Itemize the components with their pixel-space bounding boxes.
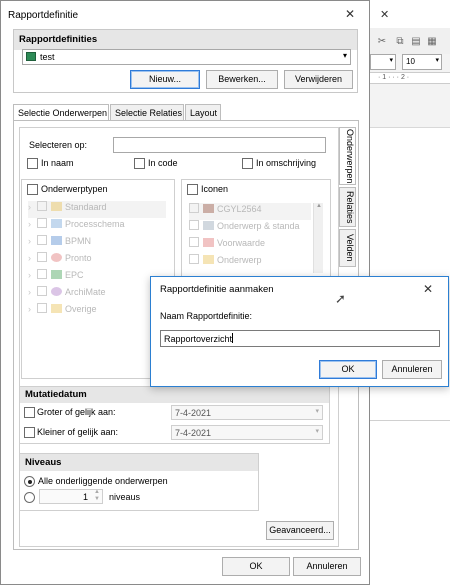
subject-types-checkbox[interactable]: [27, 184, 38, 195]
modal-ok-button[interactable]: OK: [319, 360, 377, 379]
icons-list: CGYL2564 Onderwerp & standa Voorwaarde O…: [189, 203, 311, 271]
all-levels-label: Alle onderliggende onderwerpen: [38, 476, 168, 486]
font-name-combo[interactable]: ▾: [370, 54, 396, 70]
icons-header: Iconen: [201, 184, 229, 194]
edit-button[interactable]: Bewerken...: [206, 70, 278, 89]
list-item[interactable]: › Overige: [28, 303, 166, 320]
text-cursor: [232, 333, 234, 343]
background-close-icon[interactable]: ✕: [380, 8, 389, 21]
list-item[interactable]: › Pronto: [28, 252, 166, 269]
in-code-checkbox[interactable]: [134, 158, 145, 169]
new-button[interactable]: Nieuw...: [130, 70, 200, 89]
folder-icon: [203, 255, 214, 264]
less-equal-label: Kleiner of gelijk aan:: [37, 427, 119, 437]
rapportdefinities-header: Rapportdefinities: [14, 30, 357, 50]
greater-equal-date[interactable]: 7-4-2021 ▾: [171, 405, 323, 420]
background-toolbar: ✂ ⧉ ▤ ▦ ▾ 10 ▾: [368, 36, 450, 128]
copy-icon[interactable]: ⧉: [394, 36, 406, 48]
mouse-cursor-icon: ➚: [335, 291, 346, 306]
side-tab-relaties[interactable]: Relaties: [339, 187, 356, 227]
select-on-label: Selecteren op:: [29, 140, 88, 150]
report-icon: [26, 52, 36, 61]
tab-selectie-onderwerpen[interactable]: Selectie Onderwerpen: [13, 104, 109, 121]
chevron-down-icon: ▾: [342, 51, 347, 60]
ruler-text: · 1 · · · 2 ·: [378, 74, 410, 81]
background-titlebar: ✕: [368, 0, 450, 28]
folder-icon: [51, 304, 62, 313]
modal-title: Rapportdefinitie aanmaken: [160, 284, 274, 295]
modal-field-label: Naam Rapportdefinitie:: [160, 311, 253, 321]
in-code-label: In code: [148, 158, 178, 168]
font-size-combo[interactable]: 10 ▾: [402, 54, 442, 70]
in-omschrijving-checkbox[interactable]: [242, 158, 253, 169]
list-item[interactable]: › BPMN: [28, 235, 166, 252]
dialog-title: Rapportdefinitie: [8, 10, 79, 21]
format-icon[interactable]: ▦: [426, 36, 438, 48]
in-omschrijving-label: In omschrijving: [256, 158, 317, 168]
spinner-arrows-icon[interactable]: ▲ ▼: [94, 489, 100, 503]
mutation-date-header: Mutatiedatum: [20, 387, 329, 403]
create-report-modal: Rapportdefinitie aanmaken ✕ ➚ Naam Rappo…: [150, 276, 449, 387]
levels-header: Niveaus: [20, 454, 258, 471]
side-tab-onderwerpen[interactable]: Onderwerpen: [339, 127, 356, 185]
list-item[interactable]: › Processchema: [28, 218, 166, 235]
in-naam-label: In naam: [41, 158, 74, 168]
list-item[interactable]: Voorwaarde: [189, 237, 311, 254]
side-tab-velden[interactable]: Velden: [339, 229, 356, 267]
dialog-cancel-button[interactable]: Annuleren: [293, 557, 361, 576]
process-icon: [51, 219, 62, 228]
select-on-input[interactable]: [113, 137, 326, 153]
list-item[interactable]: › EPC: [28, 269, 166, 286]
folder-icon: [51, 202, 62, 211]
greater-equal-label: Groter of gelijk aan:: [37, 407, 116, 417]
paste-icon[interactable]: ▤: [410, 36, 422, 48]
icons-scrollbar[interactable]: ▲: [313, 203, 323, 273]
advanced-button[interactable]: Geavanceerd...: [266, 521, 334, 540]
levels-count-radio[interactable]: [24, 492, 35, 503]
epc-icon: [51, 270, 62, 279]
report-name-value: Rapportoverzicht: [164, 334, 233, 344]
dialog-ok-button[interactable]: OK: [222, 557, 290, 576]
bpmn-icon: [51, 236, 62, 245]
list-item[interactable]: › Standaard: [28, 201, 166, 218]
levels-unit-label: niveaus: [109, 492, 141, 502]
less-equal-checkbox[interactable]: [24, 427, 35, 438]
levels-count-spinner[interactable]: 1 ▲ ▼: [39, 489, 103, 504]
ruler: · 1 · · · 2 ·: [368, 72, 450, 84]
dialog-close-icon[interactable]: ✕: [345, 7, 355, 21]
less-equal-date[interactable]: 7-4-2021 ▾: [171, 425, 323, 440]
archimate-icon: [51, 287, 62, 296]
rapportdefinitie-select[interactable]: test ▾: [22, 49, 351, 65]
divider: [368, 420, 450, 421]
font-size-value: 10: [406, 57, 415, 66]
rapportdefinitie-selected: test: [40, 52, 55, 62]
list-item[interactable]: › ArchiMate: [28, 286, 166, 303]
tab-layout[interactable]: Layout: [185, 104, 221, 121]
all-levels-radio[interactable]: [24, 476, 35, 487]
delete-button[interactable]: Verwijderen: [284, 70, 353, 89]
chevron-down-icon: ▾: [315, 408, 319, 415]
modal-cancel-button[interactable]: Annuleren: [382, 360, 442, 379]
subject-icon: [203, 221, 214, 230]
in-naam-checkbox[interactable]: [27, 158, 38, 169]
modal-close-icon[interactable]: ✕: [423, 282, 433, 296]
pronto-icon: [51, 253, 62, 262]
cut-icon[interactable]: ✂: [376, 36, 388, 48]
condition-icon: [203, 238, 214, 247]
list-item[interactable]: Onderwerp & standa: [189, 220, 311, 237]
tab-selectie-relaties[interactable]: Selectie Relaties: [110, 104, 184, 121]
image-icon: [203, 204, 214, 213]
chevron-down-icon: ▾: [315, 428, 319, 435]
report-name-input[interactable]: Rapportoverzicht: [160, 330, 440, 347]
list-item[interactable]: Onderwerp: [189, 254, 311, 271]
rapportdefinities-group: Rapportdefinities test ▾ Nieuw... Bewerk…: [13, 29, 358, 93]
list-item[interactable]: CGYL2564: [189, 203, 311, 220]
subject-types-tree: › Standaard › Processchema › BPMN › Pronto ›…: [28, 201, 166, 320]
icons-checkbox[interactable]: [187, 184, 198, 195]
greater-equal-checkbox[interactable]: [24, 407, 35, 418]
subject-types-header: Onderwerptypen: [41, 184, 108, 194]
